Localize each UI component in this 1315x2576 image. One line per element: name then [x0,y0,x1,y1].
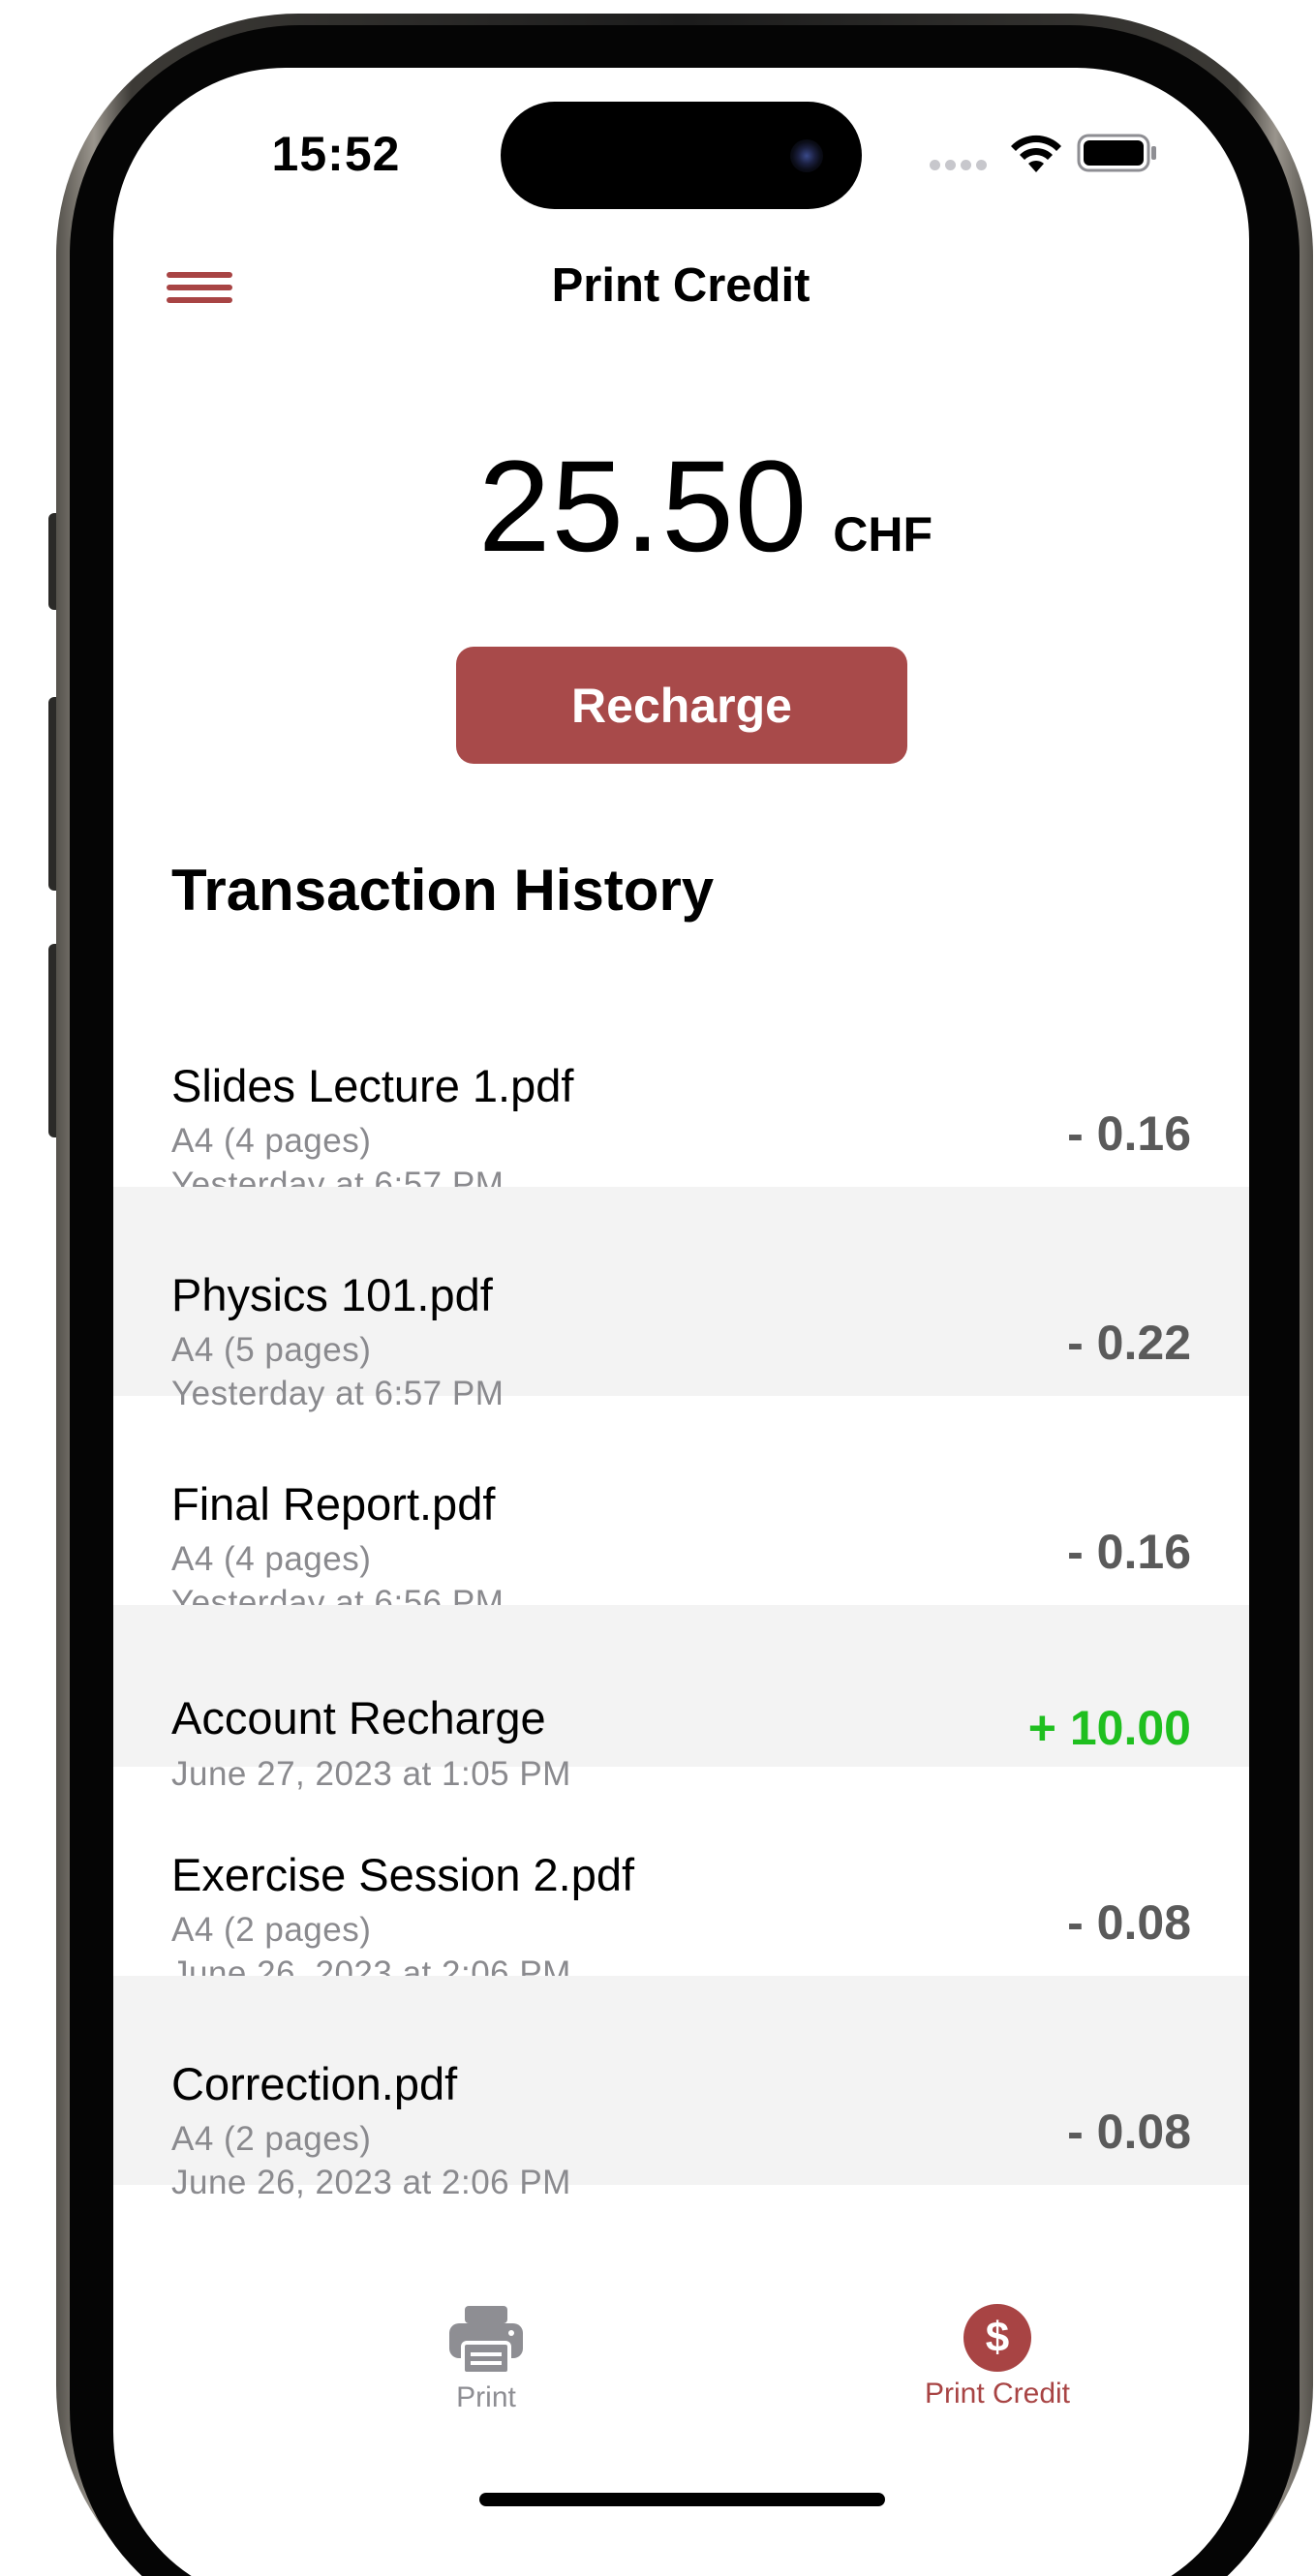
transaction-detail: A4 (4 pages) [171,1122,372,1160]
transaction-row[interactable]: Account Recharge June 27, 2023 at 1:05 P… [113,1605,1249,1793]
transaction-amount: - 0.16 [1067,1525,1191,1579]
app-screen: 15:52 Print Credit 25.50 CHF Recharge Tr… [113,68,1249,2576]
hamburger-menu-icon[interactable] [167,266,234,309]
camera-icon [790,139,823,172]
transaction-date: June 26, 2023 at 2:06 PM [171,2164,571,2201]
transaction-row[interactable]: Correction.pdf A4 (2 pages) June 26, 202… [113,1976,1249,2201]
tab-print-label: Print [456,2381,516,2413]
transaction-amount: - 0.08 [1067,2105,1191,2159]
transaction-history-title: Transaction History [171,858,715,923]
transaction-amount: - 0.16 [1067,1106,1191,1161]
balance-amount: 25.50 [477,435,809,579]
transaction-title: Slides Lecture 1.pdf [171,1060,574,1111]
transaction-row[interactable]: Physics 101.pdf A4 (5 pages) Yesterday a… [113,1187,1249,1412]
transaction-amount: + 10.00 [1027,1701,1191,1755]
page-title: Print Credit [551,259,810,312]
dynamic-island [501,102,862,209]
wifi-icon [1011,135,1061,172]
transaction-title: Final Report.pdf [171,1478,496,1530]
transaction-title: Exercise Session 2.pdf [171,1849,635,1900]
dollar-icon: $ [963,2304,1031,2372]
tab-print[interactable]: Print [384,2304,588,2414]
balance-display: 25.50 CHF [113,433,1249,581]
transaction-row[interactable]: Slides Lecture 1.pdf A4 (4 pages) Yester… [113,978,1249,1203]
transaction-row[interactable]: Final Report.pdf A4 (4 pages) Yesterday … [113,1396,1249,1621]
home-indicator[interactable] [479,2493,885,2506]
tab-print-credit[interactable]: $ Print Credit [867,2304,1128,2410]
status-time: 15:52 [271,127,401,181]
tab-print-credit-label: Print Credit [924,2378,1071,2409]
transaction-detail: A4 (5 pages) [171,1331,372,1369]
printer-icon [449,2306,523,2376]
transaction-amount: - 0.22 [1067,1316,1191,1370]
cellular-signal-icon [930,160,987,170]
transaction-detail: A4 (2 pages) [171,1911,372,1949]
recharge-button[interactable]: Recharge [456,647,907,764]
transaction-amount: - 0.08 [1067,1895,1191,1950]
battery-icon [1077,134,1156,172]
transaction-title: Physics 101.pdf [171,1269,493,1320]
transaction-row[interactable]: Exercise Session 2.pdf A4 (2 pages) June… [113,1767,1249,1992]
transaction-detail: A4 (2 pages) [171,2120,372,2158]
transaction-list: Slides Lecture 1.pdf A4 (4 pages) Yester… [113,978,1249,2201]
transaction-title: Account Recharge [171,1692,546,1743]
balance-currency: CHF [833,507,933,561]
transaction-title: Correction.pdf [171,2058,458,2109]
device-mockup: 15:52 Print Credit 25.50 CHF Recharge Tr… [0,0,1315,2576]
transaction-detail: A4 (4 pages) [171,1540,372,1578]
